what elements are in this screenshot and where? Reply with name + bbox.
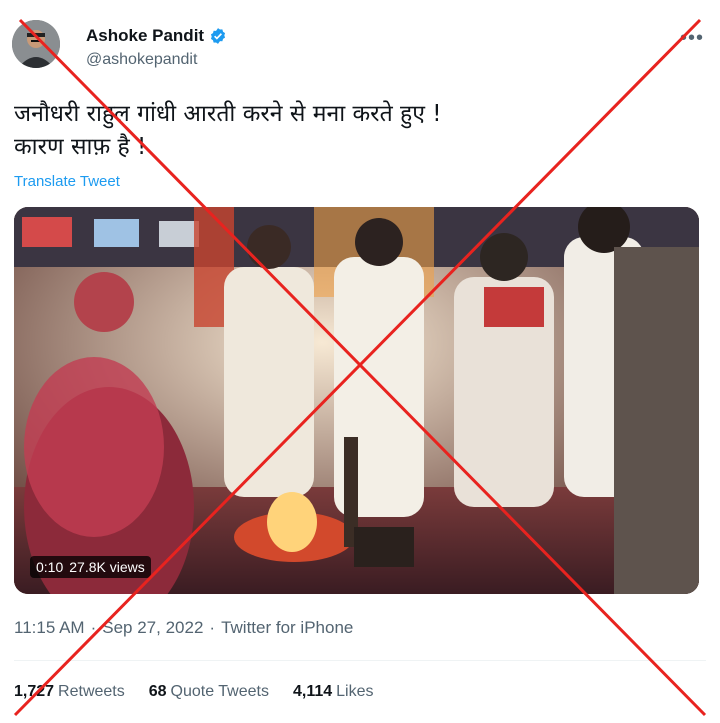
quotes-count: 68 xyxy=(148,683,167,700)
avatar-image xyxy=(12,20,60,68)
tweet: Ashoke Pandit @ashokepandit ••• जनौधरी र… xyxy=(0,0,720,723)
likes-count: 4,114 xyxy=(292,683,333,700)
likes-label: Likes xyxy=(336,683,374,700)
avatar[interactable] xyxy=(12,20,60,68)
retweets-stat[interactable]: 1,727 Retweets xyxy=(14,683,125,701)
quotes-label: Quote Tweets xyxy=(170,683,269,700)
meta-separator: · xyxy=(90,618,97,637)
author-handle[interactable]: @ashokepandit xyxy=(86,51,197,69)
author-name-row[interactable]: Ashoke Pandit xyxy=(86,26,227,46)
tweet-text-line: कारण साफ़ है ! xyxy=(14,134,147,160)
meta-separator: · xyxy=(209,618,216,637)
video-views: 27.8K views xyxy=(69,559,145,575)
engagement-stats: 1,727 Retweets 68 Quote Tweets 4,114 Likes xyxy=(14,683,374,701)
retweets-count: 1,727 xyxy=(14,683,55,700)
video-stats-badge: 0:10 27.8K views xyxy=(30,556,151,578)
tweet-date[interactable]: Sep 27, 2022 xyxy=(102,618,203,638)
quotes-stat[interactable]: 68 Quote Tweets xyxy=(149,683,269,701)
verified-badge-icon xyxy=(209,27,227,45)
video-player[interactable]: 0:10 27.8K views xyxy=(14,207,699,594)
video-duration: 0:10 xyxy=(36,559,64,575)
tweet-source[interactable]: Twitter for iPhone xyxy=(221,618,353,638)
tweet-text: जनौधरी राहुल गांधी आरती करने से मना करते… xyxy=(14,98,441,164)
tweet-meta: 11:15 AM · Sep 27, 2022 · Twitter for iP… xyxy=(14,618,353,638)
tweet-text-line: जनौधरी राहुल गांधी आरती करने से मना करते… xyxy=(14,101,442,127)
author-display-name[interactable]: Ashoke Pandit xyxy=(86,26,204,46)
divider xyxy=(14,660,706,661)
likes-stat[interactable]: 4,114 Likes xyxy=(293,683,374,701)
more-options-icon[interactable]: ••• xyxy=(680,27,704,50)
video-thumbnail xyxy=(14,207,699,594)
retweets-label: Retweets xyxy=(58,683,125,700)
translate-tweet-link[interactable]: Translate Tweet xyxy=(14,173,120,190)
tweet-time[interactable]: 11:15 AM xyxy=(14,618,85,638)
